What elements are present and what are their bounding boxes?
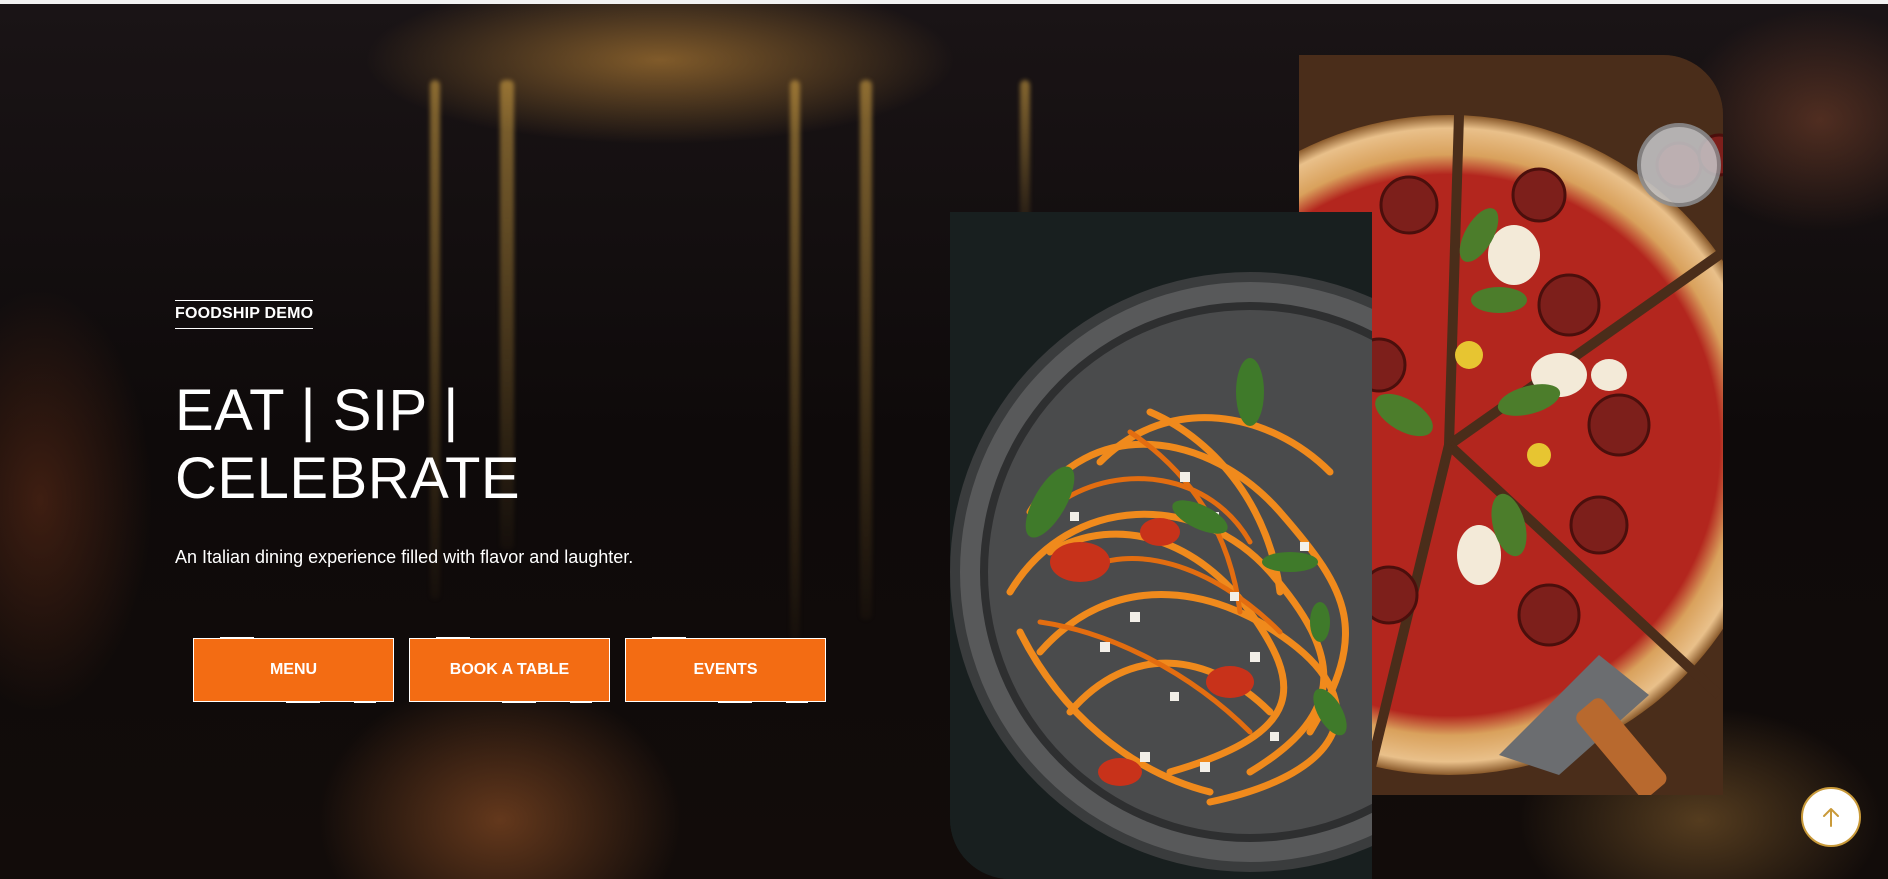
hero-section: FOODSHIP DEMO EAT | SIP | CELEBRATE An I… [0, 0, 1888, 879]
cta-buttons: MENU BOOK A TABLE EVENTS [193, 637, 826, 703]
events-button-label: EVENTS [693, 661, 758, 678]
menu-button-label: MENU [269, 661, 318, 678]
eyebrow-label: FOODSHIP DEMO [175, 300, 314, 329]
hero-headline: EAT | SIP | CELEBRATE [175, 378, 521, 511]
arrow-up-icon [1823, 808, 1839, 827]
hero-subline: An Italian dining experience filled with… [175, 547, 634, 567]
pasta-image [950, 212, 1372, 879]
events-button[interactable]: EVENTS [625, 637, 826, 703]
hero-content: FOODSHIP DEMO EAT | SIP | CELEBRATE An I… [175, 300, 895, 568]
top-divider [0, 0, 1888, 4]
pasta-illustration [950, 212, 1372, 879]
book-table-button-label: BOOK A TABLE [449, 661, 570, 678]
menu-button[interactable]: MENU [193, 637, 394, 703]
book-table-button[interactable]: BOOK A TABLE [409, 637, 610, 703]
scroll-to-top-button[interactable] [1801, 787, 1861, 847]
